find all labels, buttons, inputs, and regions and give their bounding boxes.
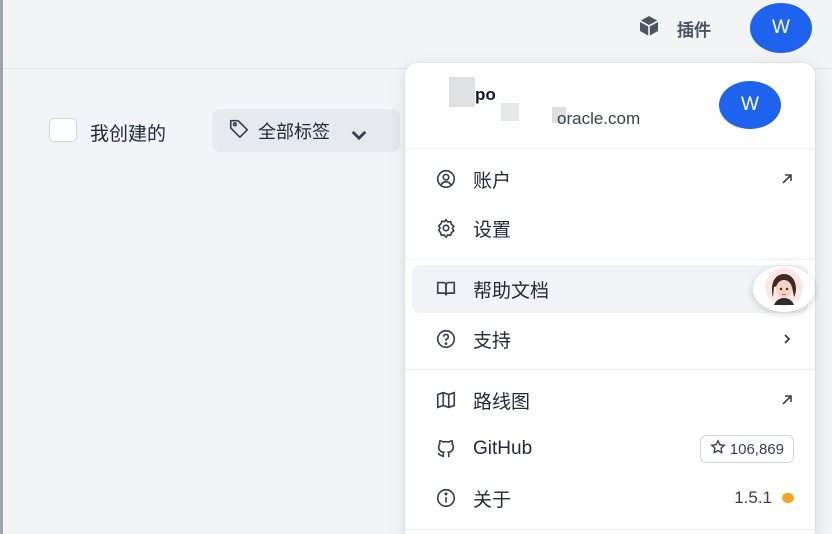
- user-circle-icon: [434, 167, 458, 191]
- mine-filter-label: 我创建的: [90, 124, 167, 145]
- plugins-button[interactable]: 插件: [637, 14, 711, 42]
- menu-item-about[interactable]: 关于 1.5.1: [412, 474, 808, 522]
- github-stars-badge: 106,869: [699, 435, 794, 463]
- version-number: 1.5.1: [734, 488, 772, 507]
- settings-label: 设置: [473, 219, 512, 241]
- book-open-icon: [434, 277, 458, 301]
- chevron-right-icon: [780, 332, 794, 346]
- menu-divider: [405, 259, 815, 260]
- github-label: GitHub: [473, 438, 533, 459]
- mine-checkbox[interactable]: [49, 118, 77, 142]
- assistant-avatar-button[interactable]: [753, 266, 815, 312]
- tag-filter-dropdown[interactable]: 全部标签: [212, 109, 400, 152]
- tag-icon: [228, 117, 250, 144]
- user-dropdown-menu: po oracle.com W 账户 设置 帮助文档 支持 路线图 GitHub…: [405, 63, 815, 534]
- external-link-icon: [780, 172, 794, 186]
- help-docs-label: 帮助文档: [473, 280, 550, 302]
- assistant-avatar-icon: [764, 267, 804, 312]
- user-info: po oracle.com W: [405, 63, 815, 148]
- menu-avatar: W: [719, 81, 781, 129]
- roadmap-label: 路线图: [473, 391, 531, 413]
- menu-item-help-docs[interactable]: 帮助文档: [412, 265, 808, 313]
- account-label: 账户: [473, 170, 512, 192]
- top-bar: 插件: [3, 0, 832, 69]
- gear-icon: [434, 216, 458, 240]
- menu-item-github[interactable]: GitHub 106,869: [412, 425, 808, 473]
- user-name: po: [475, 85, 496, 104]
- star-icon: [710, 439, 726, 459]
- menu-item-support[interactable]: 支持: [412, 315, 808, 363]
- cube-icon: [637, 14, 661, 43]
- update-indicator-dot: [782, 493, 794, 503]
- user-avatar-button[interactable]: W: [750, 3, 812, 53]
- redaction-mask: [449, 77, 475, 107]
- menu-item-account[interactable]: 账户: [412, 155, 808, 203]
- menu-divider: [405, 529, 815, 530]
- info-icon: [434, 486, 458, 510]
- chevron-down-icon: [348, 124, 367, 140]
- menu-item-settings[interactable]: 设置: [412, 204, 808, 252]
- github-stars-wrapper: 106,869: [699, 435, 794, 463]
- user-email: oracle.com: [557, 109, 641, 128]
- map-icon: [434, 388, 458, 412]
- github-icon: [434, 437, 458, 461]
- github-stars-count: 106,869: [729, 440, 784, 458]
- help-circle-icon: [434, 327, 458, 351]
- menu-item-roadmap[interactable]: 路线图: [412, 376, 808, 424]
- version-info: 1.5.1: [734, 488, 794, 508]
- support-label: 支持: [473, 330, 512, 352]
- plugins-label: 插件: [677, 20, 711, 40]
- about-label: 关于: [473, 489, 512, 511]
- redaction-mask: [501, 103, 519, 121]
- menu-divider: [405, 369, 815, 370]
- tag-filter-label: 全部标签: [258, 121, 330, 142]
- external-link-icon: [780, 393, 794, 407]
- menu-divider: [405, 148, 815, 149]
